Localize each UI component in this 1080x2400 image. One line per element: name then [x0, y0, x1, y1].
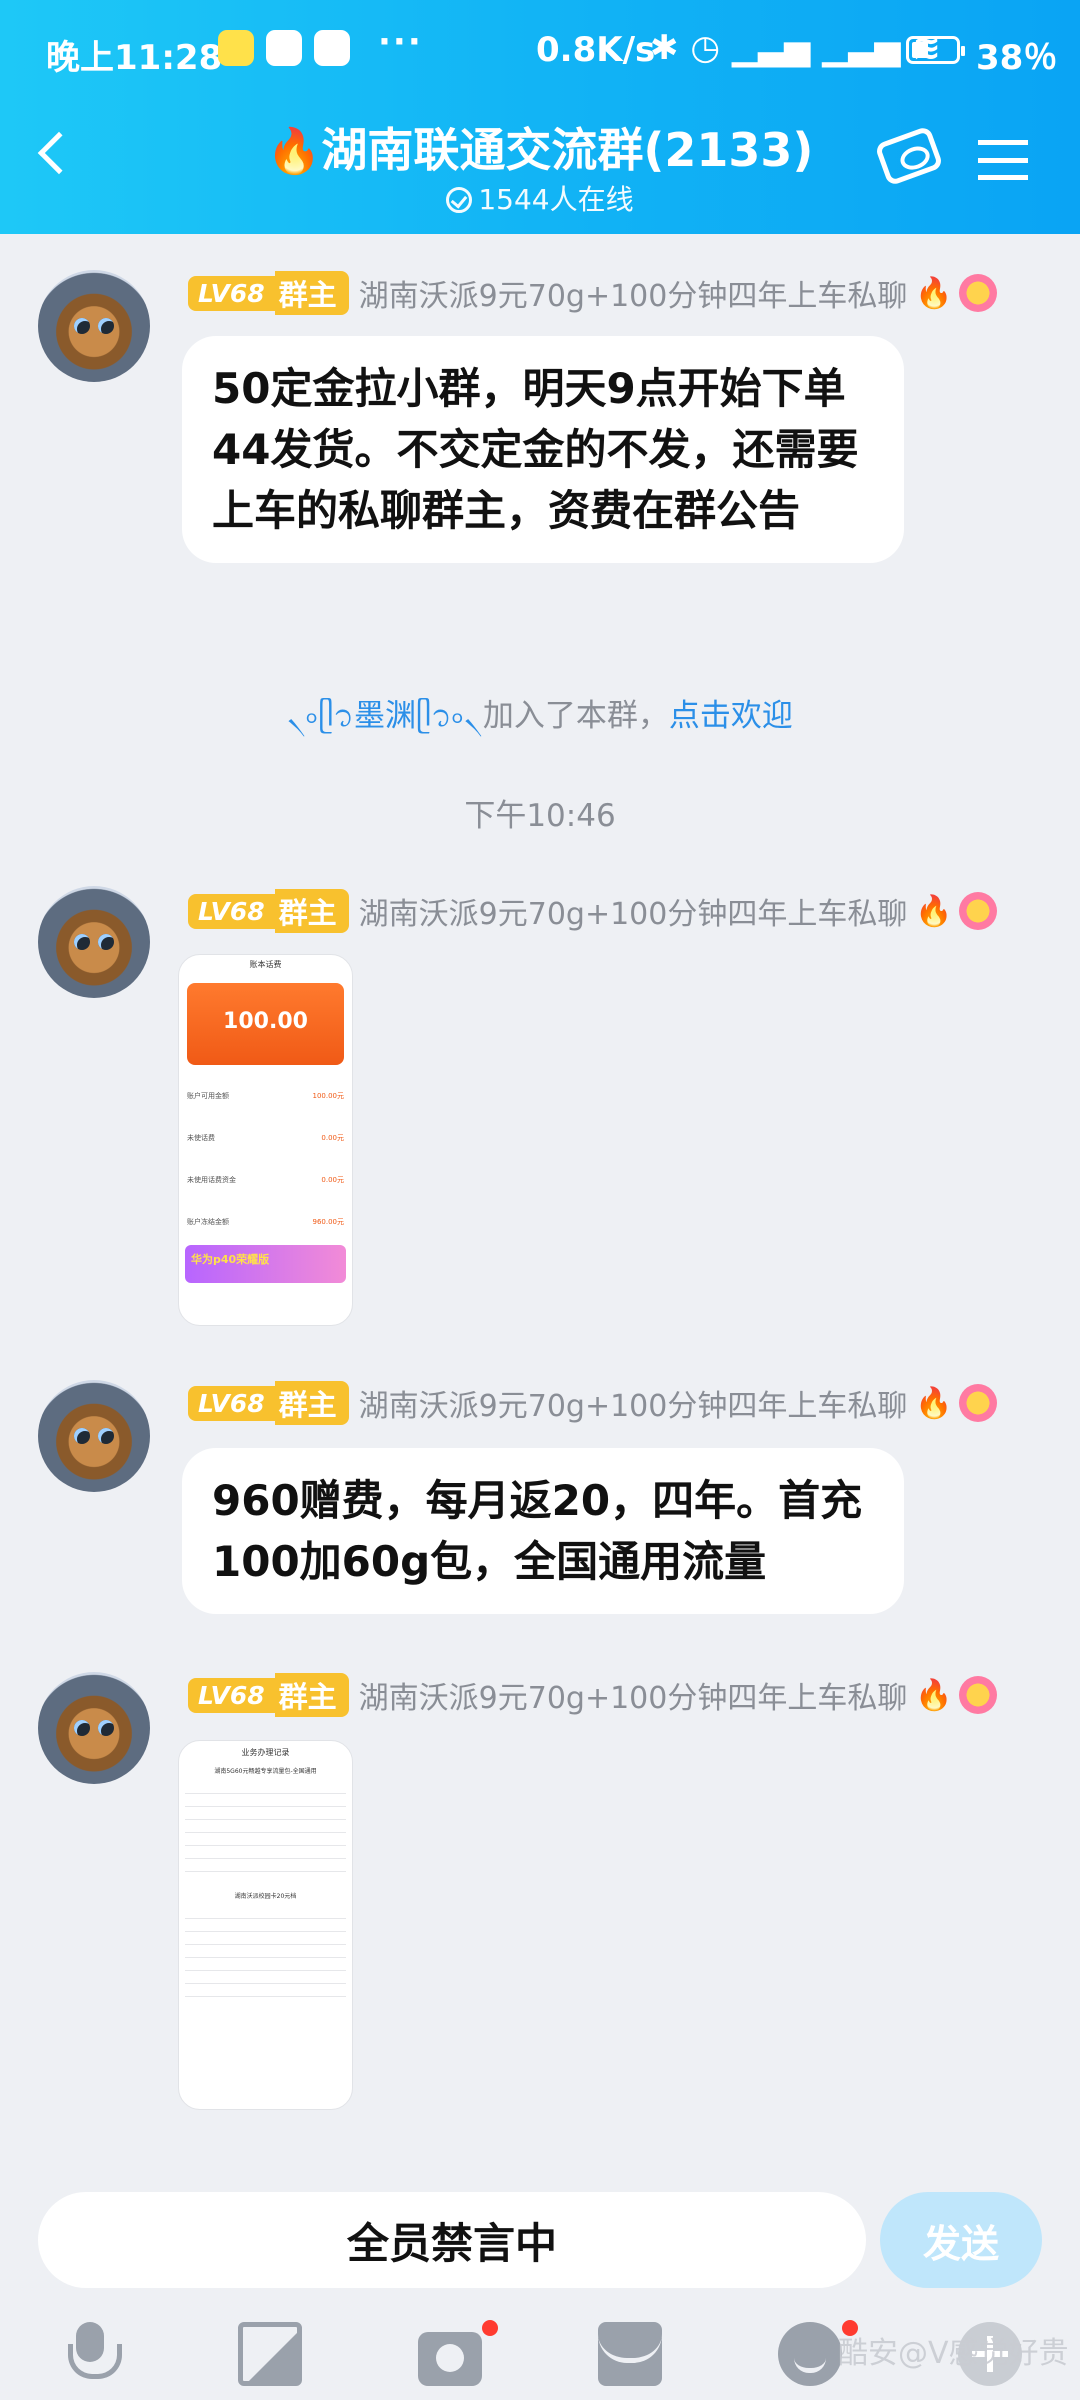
flower-badge-icon [958, 274, 997, 312]
muted-input: 全员禁言中 [38, 2192, 866, 2288]
timestamp: 下午10:46 [464, 798, 616, 834]
role-badge: 群主 [274, 1673, 349, 1717]
notification-dot [482, 2320, 498, 2336]
image-lines [185, 1781, 346, 1881]
avatar[interactable] [38, 270, 150, 382]
joined-user-name[interactable]: ৲৹ᥫ᭡墨渊ᥫ᭡৹৲ [287, 698, 483, 734]
online-count: 1544人在线 [0, 178, 1080, 218]
image-icon[interactable] [238, 2322, 302, 2386]
sender-meta: LV68 群主 湖南沃派9元70g+100分钟四年上车私聊 🔥 [188, 889, 997, 933]
image-lines [185, 1906, 346, 2006]
role-badge: 群主 [274, 889, 349, 933]
image-row: 未使用话费资金 0.00元 [187, 1176, 344, 1184]
message-bubble[interactable]: 50定金拉小群，明天9点开始下单44发货。不交定金的不发，还需要上车的私聊群主，… [182, 336, 904, 563]
sender-nickname[interactable]: 湖南沃派9元70g+100分钟四年上车私聊 [359, 1381, 908, 1425]
level-badge: LV68 [188, 893, 275, 929]
battery-fill [912, 42, 928, 58]
sender-nickname[interactable]: 湖南沃派9元70g+100分钟四年上车私聊 [359, 1673, 908, 1717]
status-time: 晚上11:28 [46, 38, 223, 78]
online-check-icon [446, 187, 473, 213]
sender-nickname[interactable]: 湖南沃派9元70g+100分钟四年上车私聊 [359, 889, 908, 933]
avatar[interactable] [38, 1672, 150, 1784]
flower-badge-icon [958, 892, 997, 930]
image-header: 业务办理记录 [241, 1748, 290, 1757]
watermark: 酷安@V感觉好贵 [838, 2336, 1069, 2371]
app-notification-icon [218, 30, 254, 66]
app-notification-icon [266, 30, 302, 66]
sender-meta: LV68 群主 湖南沃派9元70g+100分钟四年上车私聊 🔥 [188, 271, 997, 315]
red-packet-icon[interactable] [598, 2322, 662, 2386]
balance-card: 100.00 [187, 983, 344, 1065]
sender-nickname[interactable]: 湖南沃派9元70g+100分钟四年上车私聊 [359, 271, 908, 315]
image-section: 湖南5G60元畅越专享流量包-全国通用 [214, 1768, 317, 1775]
image-message[interactable]: 账本话费 100.00 账户可用金额 100.00元 未使话费 0.00元 未使用话… [178, 954, 353, 1326]
fire-badge-icon: 🔥 [915, 1385, 953, 1421]
role-badge: 群主 [274, 271, 349, 315]
group-name: 湖南联通交流群(2133) [321, 123, 814, 177]
image-row: 账户可用金额 100.00元 [187, 1092, 344, 1100]
promo-banner: 华为p40荣耀版 [185, 1245, 346, 1283]
level-badge: LV68 [188, 1385, 275, 1421]
fire-badge-icon: 🔥 [915, 1677, 953, 1713]
welcome-link[interactable]: 点击欢迎 [669, 698, 793, 734]
fire-badge-icon: 🔥 [915, 893, 953, 929]
fire-icon: 🔥 [266, 126, 322, 177]
battery-icon [906, 36, 965, 64]
avatar[interactable] [38, 886, 150, 998]
chat-header: 晚上11:28 ··· 0.8K/s ✱ ◷ ▁▃▅ ▁▃▅ ≋ 38％ 🔥湖南… [0, 0, 1080, 234]
sender-meta: LV68 群主 湖南沃派9元70g+100分钟四年上车私聊 🔥 [188, 1673, 997, 1717]
send-button[interactable]: 发送 [880, 2192, 1042, 2288]
more-notifications-icon: ··· [378, 22, 423, 62]
role-badge: 群主 [274, 1381, 349, 1425]
app-notification-icon [314, 30, 350, 66]
message-bubble[interactable]: 960赠费，每月返20，四年。首充100加60g包，全国通用流量 [182, 1448, 904, 1614]
status-icons: ✱ ◷ ▁▃▅ ▁▃▅ ≋ [650, 28, 941, 68]
join-text: 加入了本群， [482, 698, 669, 734]
online-text: 1544人在线 [478, 183, 634, 216]
camera-icon[interactable] [418, 2332, 482, 2386]
status-bar: 晚上11:28 ··· 0.8K/s ✱ ◷ ▁▃▅ ▁▃▅ ≋ 38％ [0, 22, 1080, 82]
network-speed: 0.8K/s [536, 30, 656, 70]
avatar[interactable] [38, 1380, 150, 1492]
image-row: 账户冻结金额 960.00元 [187, 1218, 344, 1226]
flower-badge-icon [958, 1676, 997, 1714]
image-message[interactable]: 业务办理记录 湖南5G60元畅越专享流量包-全国通用 湖南沃派校园卡20元档 [178, 1740, 353, 2110]
sender-meta: LV68 群主 湖南沃派9元70g+100分钟四年上车私聊 🔥 [188, 1381, 997, 1425]
menu-icon[interactable] [978, 140, 1028, 180]
level-badge: LV68 [188, 275, 275, 311]
fire-badge-icon: 🔥 [915, 275, 953, 311]
level-badge: LV68 [188, 1677, 275, 1713]
system-join-message: ৲৹ᥫ᭡墨渊ᥫ᭡৹৲加入了本群，点击欢迎 [0, 690, 1080, 749]
flower-badge-icon [958, 1384, 997, 1422]
battery-percent: 38％ [976, 38, 1058, 78]
mic-icon[interactable] [58, 2322, 122, 2386]
image-header: 账本话费 [249, 960, 282, 969]
image-section: 湖南沃派校园卡20元档 [234, 1893, 297, 1900]
image-row: 未使话费 0.00元 [187, 1134, 344, 1142]
emoji-icon[interactable] [778, 2322, 842, 2386]
